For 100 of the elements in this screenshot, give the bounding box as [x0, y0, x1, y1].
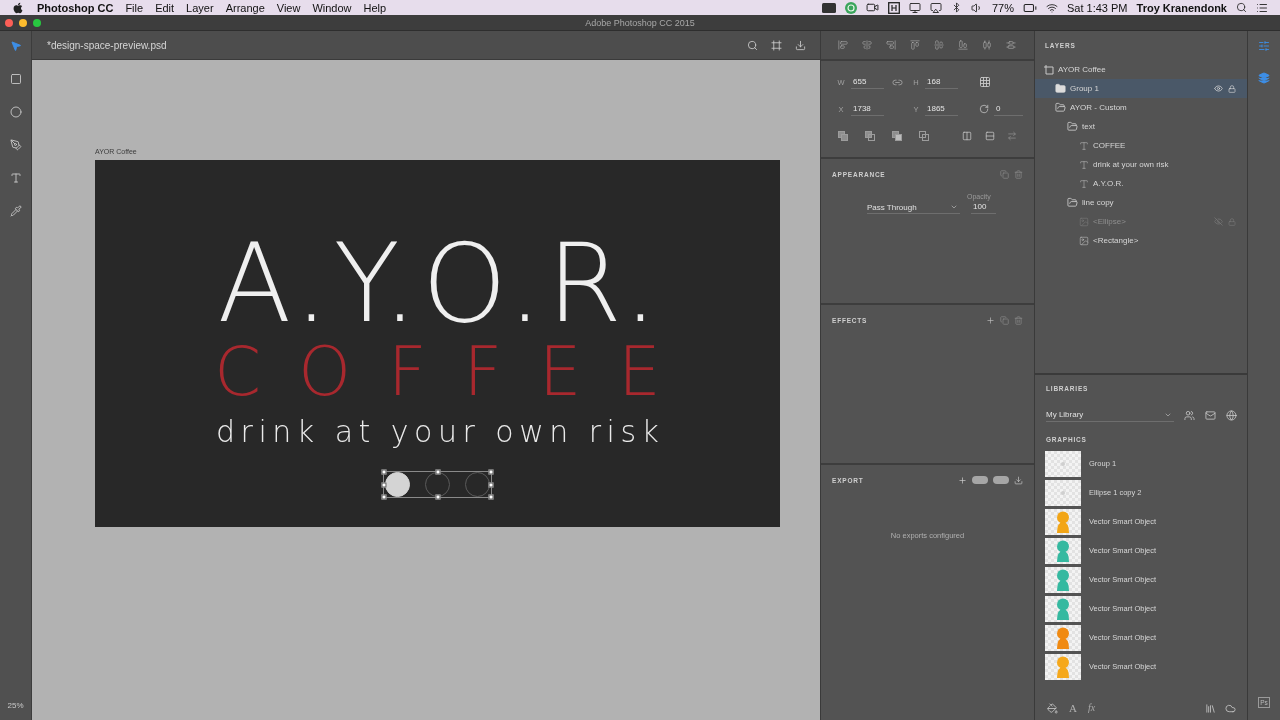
style-glyph[interactable]: fx	[1087, 702, 1096, 714]
add-icon[interactable]	[958, 475, 967, 485]
video-camera-icon[interactable]	[865, 1, 879, 14]
cloud-icon[interactable]	[1225, 702, 1236, 714]
mail-icon[interactable]	[1205, 409, 1217, 421]
align-right-icon[interactable]	[886, 40, 896, 50]
search-icon[interactable]	[1236, 2, 1247, 13]
add-icon[interactable]	[986, 315, 995, 325]
columns-icon[interactable]	[962, 131, 972, 141]
grid-icon[interactable]	[979, 76, 991, 88]
y-field[interactable]: 1865	[925, 102, 958, 116]
resize-handle[interactable]	[488, 482, 494, 487]
paint-bucket-icon[interactable]	[1047, 702, 1058, 714]
pill-icon[interactable]	[993, 476, 1009, 484]
trash-icon[interactable]	[1014, 315, 1023, 325]
resize-handle[interactable]	[381, 494, 387, 500]
overlapping-squares-icon[interactable]	[919, 131, 929, 141]
image-icon	[1079, 235, 1089, 246]
resize-handle[interactable]	[435, 494, 440, 500]
list-icon[interactable]	[1256, 1, 1268, 14]
download-icon[interactable]	[1014, 475, 1023, 485]
align-middle-icon[interactable]	[934, 40, 944, 50]
text-icon	[1079, 178, 1089, 189]
minimize-button[interactable]	[19, 18, 27, 27]
pill-icon[interactable]	[972, 476, 988, 484]
menu-item[interactable]: View	[270, 1, 307, 14]
clock[interactable]: Sat 1:43 PM	[1067, 1, 1128, 14]
tree-row[interactable]: drink at your own risk	[1035, 155, 1247, 174]
tree-row[interactable]: COFFEE	[1035, 136, 1247, 155]
tree-row[interactable]: A.Y.O.R.	[1035, 174, 1247, 193]
volume-icon[interactable]	[970, 1, 983, 14]
globe-icon[interactable]	[1226, 409, 1237, 421]
wifi-icon[interactable]	[1046, 1, 1058, 14]
app-menu[interactable]: Photoshop CC	[37, 1, 114, 14]
align-top-icon[interactable]	[910, 40, 920, 50]
frame-icon[interactable]	[771, 39, 782, 51]
menu-item[interactable]: Arrange	[219, 1, 271, 14]
search-icon[interactable]	[747, 39, 758, 51]
overlapping-squares-icon[interactable]	[865, 131, 875, 141]
download-icon[interactable]	[795, 39, 806, 51]
style-glyph[interactable]: A	[1069, 702, 1077, 714]
layers-icon[interactable]	[1258, 72, 1270, 84]
tree-row[interactable]: Group 1	[1035, 79, 1247, 98]
pen-icon[interactable]	[9, 139, 22, 151]
tree-row[interactable]: AYOR Coffee	[1035, 60, 1247, 79]
eye-icon[interactable]	[1214, 84, 1223, 93]
menu-item[interactable]: Help	[357, 1, 393, 14]
menu-item[interactable]: Window	[306, 1, 358, 14]
opacity-field[interactable]: 100	[971, 201, 996, 214]
align-left-icon[interactable]	[838, 40, 848, 50]
sliders-icon[interactable]	[1258, 40, 1270, 52]
rotate-icon[interactable]	[979, 104, 989, 114]
text-icon	[1079, 140, 1089, 151]
x-field[interactable]: 1738	[851, 102, 884, 116]
overlapping-squares-icon[interactable]	[892, 131, 902, 141]
align-bottom-icon[interactable]	[958, 40, 968, 50]
apple-icon[interactable]	[12, 1, 24, 14]
align-center-icon[interactable]	[862, 40, 872, 50]
distribute-horizontal-icon[interactable]	[982, 40, 992, 50]
swap-icon[interactable]	[1007, 131, 1017, 141]
resize-handle[interactable]	[381, 482, 387, 487]
open-folder-icon	[1067, 121, 1078, 132]
display-icon[interactable]	[821, 2, 836, 13]
menu-item[interactable]: File	[119, 1, 150, 14]
text-icon[interactable]	[9, 172, 22, 184]
resize-handle[interactable]	[488, 494, 494, 500]
battery-percentage: 77%	[991, 1, 1014, 14]
resize-handle[interactable]	[435, 469, 440, 475]
library-icon[interactable]	[1205, 702, 1216, 714]
tree-row[interactable]: <Rectangle>	[1035, 231, 1247, 250]
menu-item[interactable]: Layer	[180, 1, 220, 14]
distribute-vertical-icon[interactable]	[1006, 40, 1016, 50]
airplay-icon[interactable]	[929, 1, 942, 14]
pointer-icon[interactable]	[9, 40, 22, 52]
people-icon[interactable]	[1184, 409, 1196, 421]
tree-row[interactable]: line copy	[1035, 193, 1247, 212]
lock-icon[interactable]	[1228, 84, 1236, 93]
user-name[interactable]: Troy Kranendonk	[1136, 1, 1227, 14]
menu-item[interactable]: Edit	[149, 1, 181, 14]
overlapping-squares-icon[interactable]	[838, 131, 848, 141]
ellipse-icon[interactable]	[9, 106, 22, 118]
width-field[interactable]: 655	[851, 75, 884, 89]
eyedropper-icon[interactable]	[9, 205, 22, 217]
rotation-field[interactable]: 0	[994, 102, 1023, 116]
tree-row[interactable]: AYOR - Custom	[1035, 98, 1247, 117]
close-button[interactable]	[5, 18, 13, 27]
rectangle-icon[interactable]	[9, 73, 22, 85]
status-circle-icon[interactable]	[844, 1, 857, 14]
resize-handle[interactable]	[488, 469, 494, 475]
height-field[interactable]: 168	[925, 75, 958, 89]
zoom-button[interactable]	[33, 18, 41, 27]
box-icon[interactable]	[887, 1, 900, 14]
library-dropdown[interactable]: My Library	[1046, 408, 1175, 422]
resize-handle[interactable]	[381, 469, 387, 475]
document-tab[interactable]: *design-space-preview.psd	[47, 39, 167, 51]
monitor-icon[interactable]	[908, 1, 921, 14]
blend-mode-dropdown[interactable]: Pass Through	[867, 201, 960, 214]
tree-row[interactable]: text	[1035, 117, 1247, 136]
rows-icon[interactable]	[985, 131, 995, 141]
trash-icon[interactable]	[1014, 169, 1023, 179]
